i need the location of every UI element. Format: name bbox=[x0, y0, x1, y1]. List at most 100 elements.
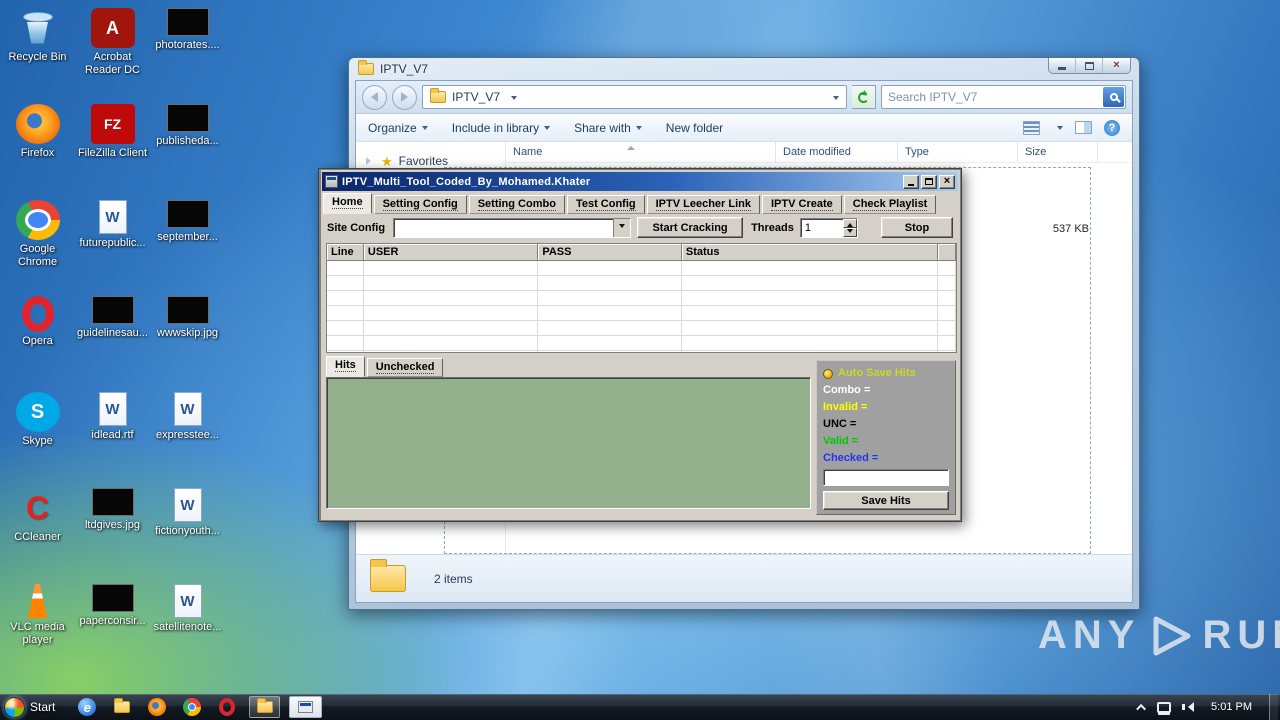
taskbar-window-iptv-tool[interactable] bbox=[289, 696, 323, 718]
desktop-icon-vlc[interactable]: VLC media player bbox=[0, 582, 75, 678]
taskbar-chrome[interactable] bbox=[179, 695, 205, 719]
result-tab-hits[interactable]: Hits bbox=[326, 356, 365, 377]
tab-iptv-leecher-link[interactable]: IPTV Leecher Link bbox=[646, 195, 760, 214]
grid-column-line[interactable]: Line bbox=[327, 244, 364, 261]
stepper-down-button[interactable] bbox=[842, 227, 857, 237]
desktop-icon-label: Opera bbox=[22, 335, 53, 347]
close-button[interactable]: × bbox=[939, 174, 955, 189]
start-button[interactable]: Start bbox=[0, 694, 65, 720]
minimize-button[interactable] bbox=[903, 174, 919, 189]
auto-save-checkbox[interactable] bbox=[823, 368, 833, 379]
start-cracking-button[interactable]: Start Cracking bbox=[637, 217, 744, 238]
address-bar[interactable]: IPTV_V7 bbox=[422, 85, 847, 109]
desktop-icon-word-doc[interactable]: satellitenote... bbox=[150, 582, 225, 678]
tab-test-config[interactable]: Test Config bbox=[566, 195, 645, 214]
help-icon[interactable]: ? bbox=[1104, 119, 1120, 136]
iptv-titlebar[interactable]: IPTV_Multi_Tool_Coded_By_Mohamed.Khater … bbox=[322, 172, 958, 191]
volume-icon[interactable] bbox=[1182, 702, 1195, 712]
grid-column-status[interactable]: Status bbox=[681, 244, 939, 261]
address-history-dropdown-icon[interactable] bbox=[833, 95, 839, 103]
preview-pane-icon[interactable] bbox=[1075, 121, 1092, 134]
desktop-icon-image-file[interactable]: wwwskip.jpg bbox=[150, 294, 225, 390]
change-view-icon[interactable] bbox=[1023, 120, 1040, 135]
stop-button[interactable]: Stop bbox=[881, 217, 953, 238]
column-header-date-modified[interactable]: Date modified bbox=[776, 142, 898, 162]
tab-check-playlist[interactable]: Check Playlist bbox=[843, 195, 937, 214]
desktop-icon-skype[interactable]: Skype bbox=[0, 390, 75, 486]
forward-button[interactable] bbox=[392, 84, 417, 110]
hits-output-area[interactable] bbox=[326, 377, 811, 509]
desktop-icon-filezilla[interactable]: FileZilla Client bbox=[75, 102, 150, 198]
result-tab-unchecked[interactable]: Unchecked bbox=[366, 358, 444, 377]
desktop-icon-image-file[interactable]: photorates.... bbox=[150, 6, 225, 102]
grid-column-user[interactable]: USER bbox=[363, 244, 539, 261]
tab-label: IPTV Create bbox=[771, 198, 833, 211]
desktop-icon-word-doc[interactable]: idlead.rtf bbox=[75, 390, 150, 486]
desktop-icon-label: satellitenote... bbox=[153, 621, 222, 633]
show-desktop-button[interactable] bbox=[1269, 694, 1278, 720]
explorer-titlebar[interactable]: IPTV_V7 bbox=[349, 58, 1139, 80]
column-header-name[interactable]: Name bbox=[506, 142, 776, 162]
close-button[interactable]: × bbox=[1103, 58, 1130, 73]
desktop-icon-word-doc[interactable]: expresstee... bbox=[150, 390, 225, 486]
taskbar-internet-explorer[interactable]: e bbox=[74, 695, 100, 719]
show-hidden-icons-button[interactable] bbox=[1136, 703, 1147, 714]
taskbar-explorer[interactable] bbox=[109, 695, 135, 719]
desktop-icon-recycle-bin[interactable]: Recycle Bin bbox=[0, 6, 75, 102]
taskbar-firefox[interactable] bbox=[144, 695, 170, 719]
toolbar-item-label: Share with bbox=[574, 120, 631, 135]
desktop-icon-acrobat[interactable]: Acrobat Reader DC bbox=[75, 6, 150, 102]
desktop-icon-chrome[interactable]: Google Chrome bbox=[0, 198, 75, 294]
iptv-tabs: Home Setting Config Setting Combo Test Conf… bbox=[323, 193, 957, 214]
tab-iptv-create[interactable]: IPTV Create bbox=[762, 195, 842, 214]
desktop-icon-image-file[interactable]: publisheda... bbox=[150, 102, 225, 198]
expander-icon[interactable] bbox=[366, 157, 375, 165]
acrobat-icon bbox=[90, 8, 135, 48]
minimize-button[interactable] bbox=[1049, 58, 1076, 73]
hits-path-input[interactable] bbox=[823, 469, 949, 486]
desktop-icon-image-file[interactable]: paperconsir... bbox=[75, 582, 150, 678]
vlc-icon bbox=[27, 584, 48, 618]
search-input[interactable] bbox=[882, 90, 1103, 104]
chevron-down-icon[interactable] bbox=[511, 95, 518, 103]
desktop-icon-image-file[interactable]: september... bbox=[150, 198, 225, 294]
dropdown-arrow-icon[interactable] bbox=[613, 218, 631, 237]
threads-stepper[interactable]: 1 bbox=[799, 217, 858, 238]
refresh-button[interactable] bbox=[852, 85, 876, 109]
search-icon[interactable] bbox=[1103, 87, 1124, 107]
toolbar-share-with[interactable]: Share with bbox=[574, 121, 642, 135]
sidebar-item-favorites[interactable]: ★ Favorites bbox=[366, 154, 505, 168]
toolbar-include-in-library[interactable]: Include in library bbox=[452, 121, 551, 135]
desktop-icon-firefox[interactable]: Firefox bbox=[0, 102, 75, 198]
grid-row bbox=[327, 306, 956, 321]
desktop-icon-ccleaner[interactable]: CCleaner bbox=[0, 486, 75, 582]
network-icon[interactable] bbox=[1157, 701, 1172, 713]
desktop-icon-image-file[interactable]: ltdgives.jpg bbox=[75, 486, 150, 582]
desktop-icon-opera[interactable]: Opera bbox=[0, 294, 75, 390]
desktop-icon-word-doc[interactable]: fictionyouth... bbox=[150, 486, 225, 582]
tab-home[interactable]: Home bbox=[323, 193, 372, 214]
chrome-icon bbox=[183, 698, 202, 716]
breadcrumb-item[interactable]: IPTV_V7 bbox=[452, 90, 500, 104]
save-hits-button[interactable]: Save Hits bbox=[823, 491, 949, 510]
taskbar-window-explorer[interactable] bbox=[249, 696, 281, 718]
column-header-size[interactable]: Size bbox=[1018, 142, 1098, 162]
grid-cell bbox=[682, 351, 939, 352]
desktop-icons: Recycle Bin Acrobat Reader DC photorates..… bbox=[0, 6, 225, 678]
maximize-button[interactable] bbox=[921, 174, 937, 189]
grid-column-pass[interactable]: PASS bbox=[538, 244, 682, 261]
toolbar-new-folder[interactable]: New folder bbox=[666, 121, 723, 135]
back-button[interactable] bbox=[362, 84, 387, 110]
taskbar-opera[interactable] bbox=[214, 695, 240, 719]
stepper-up-button[interactable] bbox=[842, 218, 857, 228]
desktop-icon-word-doc[interactable]: futurepublic... bbox=[75, 198, 150, 294]
site-config-dropdown[interactable] bbox=[393, 217, 632, 238]
toolbar-organize[interactable]: Organize bbox=[368, 121, 428, 135]
views-dropdown-icon[interactable] bbox=[1057, 126, 1063, 133]
maximize-button[interactable] bbox=[1076, 58, 1103, 73]
desktop-icon-image-file[interactable]: guidelinesau... bbox=[75, 294, 150, 390]
tab-setting-combo[interactable]: Setting Combo bbox=[468, 195, 565, 214]
taskbar-clock[interactable]: 5:01 PM bbox=[1205, 694, 1258, 720]
tab-setting-config[interactable]: Setting Config bbox=[373, 195, 467, 214]
column-header-type[interactable]: Type bbox=[898, 142, 1018, 162]
